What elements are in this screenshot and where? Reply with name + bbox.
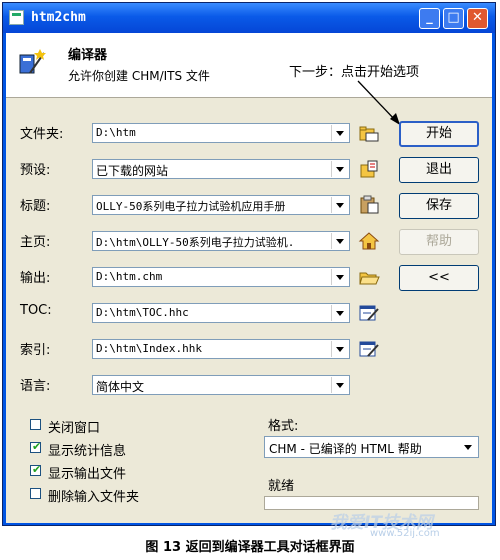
dialog-body: 编译器 允许你创建 CHM/ITS 文件 下一步：点击开始选项 文件夹: D:\… <box>6 33 492 523</box>
maximize-button[interactable]: □ <box>443 8 464 29</box>
checkbox-box[interactable]: ✔ <box>30 440 42 453</box>
back-button[interactable]: << <box>399 265 479 291</box>
start-button[interactable]: 开始 <box>399 121 479 147</box>
checkbox-box[interactable] <box>30 488 41 499</box>
figure-caption: 图 13 返回到编译器工具对话框界面 <box>145 540 355 555</box>
toc-combo[interactable]: D:\htm\TOC.hhc <box>92 303 350 323</box>
checkmark-icon: ✔ <box>32 440 42 453</box>
header-subtitle: 允许你创建 CHM/ITS 文件 <box>68 69 210 83</box>
chevron-down-icon[interactable] <box>331 341 348 357</box>
chevron-down-icon[interactable] <box>460 439 476 455</box>
annotation-arrow-icon <box>357 80 400 125</box>
wizard-icon <box>19 49 46 74</box>
language-combo[interactable]: 简体中文 <box>92 375 350 395</box>
help-button[interactable]: 帮助 <box>399 229 479 255</box>
language-label: 语言: <box>20 379 51 394</box>
index-combo[interactable]: D:\htm\Index.hhk <box>92 339 350 359</box>
homepage-combo[interactable]: D:\htm\OLLY-50系列电子拉力试验机. <box>92 231 350 251</box>
folder-combo[interactable]: D:\htm <box>92 123 350 143</box>
output-combo[interactable]: D:\htm.chm <box>92 267 350 287</box>
home-icon[interactable] <box>358 231 380 251</box>
checkmark-icon: ✔ <box>32 463 42 476</box>
chevron-down-icon[interactable] <box>331 161 348 177</box>
folder-select-icon[interactable] <box>358 123 380 143</box>
folder-open-icon[interactable] <box>358 267 380 287</box>
window-title: htm2chm <box>31 10 86 25</box>
app-icon <box>9 10 24 25</box>
checkbox-box[interactable] <box>30 419 41 430</box>
edit-index-icon[interactable] <box>358 339 380 359</box>
htm2chm-window: htm2chm _ □ ✕ 编译器 允许你创建 CHM/ITS 文件 下一步：点… <box>2 2 496 526</box>
output-value: D:\htm.chm <box>96 270 163 283</box>
preset-icon[interactable] <box>358 159 380 179</box>
chevron-down-icon[interactable] <box>331 269 348 285</box>
chevron-down-icon[interactable] <box>331 305 348 321</box>
title-bar[interactable]: htm2chm _ □ ✕ <box>3 3 495 33</box>
status-label: 就绪 <box>268 479 295 494</box>
preset-label: 预设: <box>20 163 51 178</box>
chevron-down-icon[interactable] <box>331 233 348 249</box>
preset-value: 已下载的网站 <box>96 164 169 178</box>
checkbox-label: 显示统计信息 <box>48 444 127 459</box>
format-combo[interactable]: CHM - 已编译的 HTML 帮助 <box>264 436 479 458</box>
minimize-button[interactable]: _ <box>419 8 440 29</box>
exit-button[interactable]: 退出 <box>399 157 479 183</box>
toc-label: TOC: <box>20 303 52 318</box>
preset-combo[interactable]: 已下载的网站 <box>92 159 350 179</box>
clipboard-icon[interactable] <box>358 195 380 215</box>
dialog-header: 编译器 允许你创建 CHM/ITS 文件 下一步：点击开始选项 <box>6 33 492 98</box>
chevron-down-icon[interactable] <box>331 377 348 393</box>
toc-value: D:\htm\TOC.hhc <box>96 306 189 319</box>
folder-label: 文件夹: <box>20 127 64 142</box>
output-label: 输出: <box>20 271 51 286</box>
title-combo[interactable]: OLLY-50系列电子拉力试验机应用手册 <box>92 195 350 215</box>
index-value: D:\htm\Index.hhk <box>96 342 202 355</box>
chevron-down-icon[interactable] <box>331 197 348 213</box>
title-value: OLLY-50系列电子拉力试验机应用手册 <box>96 200 286 213</box>
homepage-value: D:\htm\OLLY-50系列电子拉力试验机. <box>96 236 295 249</box>
edit-toc-icon[interactable] <box>358 303 380 323</box>
index-label: 索引: <box>20 343 51 358</box>
save-button[interactable]: 保存 <box>399 193 479 219</box>
format-label: 格式: <box>268 419 299 434</box>
checkbox-box[interactable]: ✔ <box>30 463 42 476</box>
chevron-down-icon[interactable] <box>331 125 348 141</box>
format-value: CHM - 已编译的 HTML 帮助 <box>269 442 422 456</box>
header-title: 编译器 <box>68 48 108 63</box>
folder-value: D:\htm <box>96 126 136 139</box>
checkbox-label: 显示输出文件 <box>48 467 127 482</box>
homepage-label: 主页: <box>20 235 51 250</box>
annotation-text: 下一步：点击开始选项 <box>289 65 420 80</box>
checkbox-label: 关闭窗口 <box>48 421 101 436</box>
language-value: 简体中文 <box>96 380 145 394</box>
checkbox-label: 删除输入文件夹 <box>48 490 140 505</box>
title-label: 标题: <box>20 199 51 214</box>
close-button[interactable]: ✕ <box>467 8 488 29</box>
